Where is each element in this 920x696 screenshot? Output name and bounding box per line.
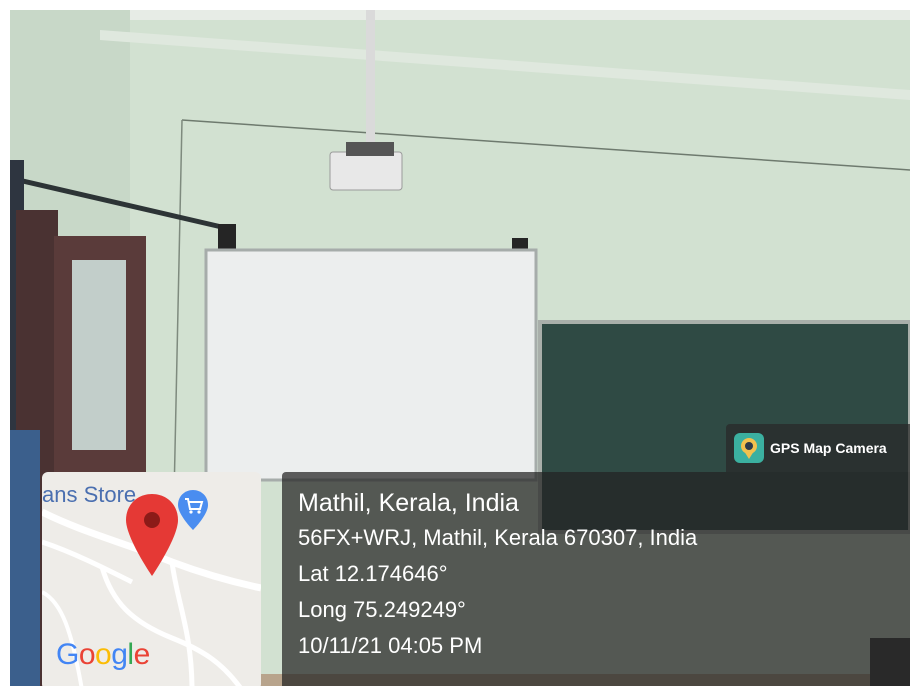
latitude-text: Lat 12.174646° <box>298 561 448 586</box>
map-marker-icon <box>126 494 178 576</box>
photo: GPS Map Camera Mathil, Kerala, India 56F… <box>10 10 910 686</box>
location-info-panel: Mathil, Kerala, India 56FX+WRJ, Mathil, … <box>282 472 910 686</box>
longitude-text: Long 75.249249° <box>298 597 466 622</box>
address-text: 56FX+WRJ, Mathil, Kerala 670307, India <box>298 525 698 550</box>
location-title: Mathil, Kerala, India <box>298 489 519 517</box>
app-watermark: GPS Map Camera <box>726 424 910 472</box>
shopping-cart-icon <box>178 490 208 530</box>
app-name: GPS Map Camera <box>770 440 887 456</box>
map-place-label: ans Store <box>42 482 137 507</box>
map-thumbnail: ans Store Google <box>42 472 261 686</box>
location-pin-icon <box>734 433 764 463</box>
google-logo: Google <box>56 638 150 671</box>
timestamp-text: 10/11/21 04:05 PM <box>298 633 483 658</box>
